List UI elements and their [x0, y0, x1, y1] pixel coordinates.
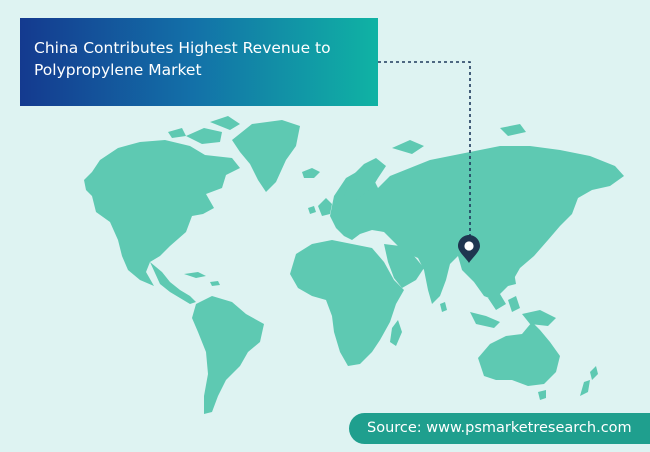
map-infographic: China Contributes Highest Revenue to Pol… [0, 0, 650, 452]
headline-line-2: Polypropylene Market [34, 61, 202, 79]
headline-line-1: China Contributes Highest Revenue to [34, 39, 331, 57]
headline-box: China Contributes Highest Revenue to Pol… [20, 18, 378, 106]
pin-dot [464, 241, 474, 251]
source-credit: Source: www.psmarketresearch.com [349, 413, 650, 444]
